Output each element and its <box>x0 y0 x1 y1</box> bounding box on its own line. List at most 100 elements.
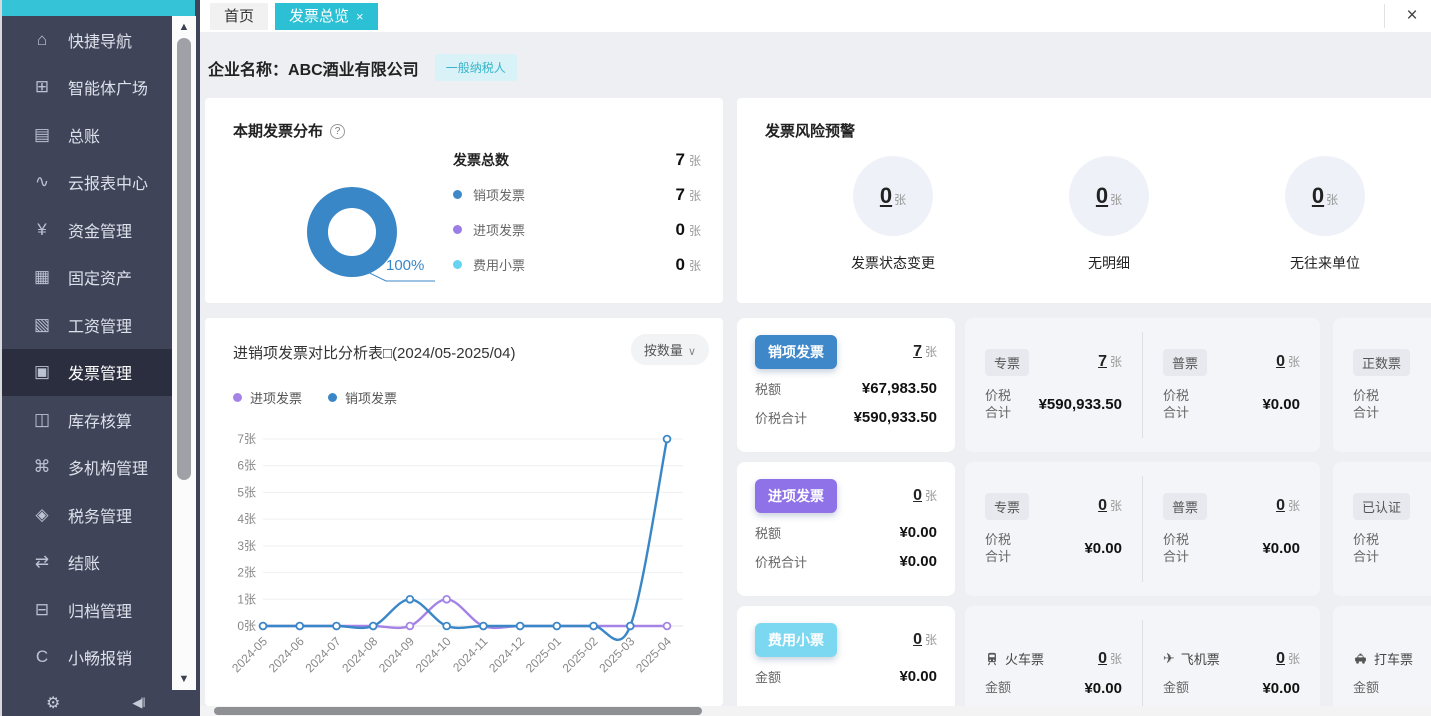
sidebar-item-quick-nav[interactable]: ⌂快捷导航 <box>2 16 174 64</box>
data-point[interactable] <box>296 623 303 630</box>
collapse-sidebar-icon[interactable]: ◀‖ <box>132 695 143 711</box>
tab-home[interactable]: 首页 <box>210 3 268 30</box>
scroll-down-icon[interactable]: ▼ <box>172 670 196 688</box>
help-icon[interactable]: ? <box>330 124 345 139</box>
sidebar-item-label: 智能体广场 <box>68 75 148 99</box>
risk-circle[interactable]: 0张 <box>853 156 933 236</box>
category-badge[interactable]: 进项发票 <box>755 479 837 513</box>
type-tag[interactable]: 专票 <box>985 493 1029 520</box>
legend-item[interactable]: 销项发票 <box>328 388 397 407</box>
horizontal-scrollbar-thumb[interactable] <box>214 707 702 715</box>
tab-label: 发票总览 <box>289 8 349 25</box>
count-value[interactable]: 7张 <box>913 343 937 361</box>
data-point[interactable] <box>333 623 340 630</box>
sidebar-scrollbar[interactable]: ▲ ▼ <box>172 16 196 690</box>
data-point[interactable] <box>480 623 487 630</box>
count-value[interactable]: 7张 <box>1098 353 1122 371</box>
svg-text:3张: 3张 <box>237 539 256 553</box>
field-label: 价税合计 <box>985 388 1019 422</box>
field-value: ¥590,933.50 <box>1039 396 1122 413</box>
field-label: 价税合计 <box>755 552 807 571</box>
reimburse-icon: C <box>30 647 54 667</box>
data-point[interactable] <box>517 623 524 630</box>
svg-text:2024-06: 2024-06 <box>266 634 307 675</box>
count-value[interactable]: 0张 <box>1098 650 1122 668</box>
sidebar-item-fixed-assets[interactable]: ▦固定资产 <box>2 254 174 302</box>
distribution-unit: 张 <box>689 224 701 238</box>
sidebar-item-invoice[interactable]: ▣发票管理 <box>2 349 174 397</box>
plane-icon: ✈ <box>1163 650 1175 667</box>
data-point[interactable] <box>407 596 414 603</box>
sidebar-item-closing[interactable]: ⇄结账 <box>2 539 174 587</box>
field-label: 金额 <box>1353 680 1387 697</box>
field-label: 金额 <box>985 680 1019 697</box>
distribution-number: 0 <box>676 220 685 239</box>
section-field: 金额 <box>1353 680 1431 697</box>
section-certified: 已认证价税合计 <box>1333 462 1431 596</box>
category-badge[interactable]: 销项发票 <box>755 335 837 369</box>
sidebar-item-multi-org[interactable]: ⌘多机构管理 <box>2 444 174 492</box>
data-point[interactable] <box>627 623 634 630</box>
count-value[interactable]: 0张 <box>913 487 937 505</box>
distribution-title: 本期发票分布 <box>233 123 323 140</box>
tab-close-icon[interactable]: × <box>356 9 364 24</box>
data-point[interactable] <box>553 623 560 630</box>
tab-invoice-overview[interactable]: 发票总览 × <box>275 3 378 30</box>
field-label: 税额 <box>755 379 781 398</box>
sidebar-item-reimburse[interactable]: C小畅报销 <box>2 634 174 682</box>
main-card-field: 税额¥0.00 <box>755 523 937 542</box>
sidebar-item-archive[interactable]: ⊟归档管理 <box>2 586 174 634</box>
count-value[interactable]: 0张 <box>1098 497 1122 515</box>
type-tag[interactable]: 普票 <box>1163 493 1207 520</box>
risk-item-status-change: 0张发票状态变更 <box>785 156 1001 273</box>
scroll-up-icon[interactable]: ▲ <box>172 18 196 36</box>
count-value[interactable]: 0张 <box>1276 353 1300 371</box>
data-point[interactable] <box>590 623 597 630</box>
legend-item[interactable]: 进项发票 <box>233 388 302 407</box>
distribution-value: 0张 <box>676 255 701 275</box>
taxpayer-type-badge: 一般纳税人 <box>435 54 517 81</box>
close-icon[interactable]: × <box>1399 4 1425 28</box>
count-value[interactable]: 0张 <box>1276 497 1300 515</box>
taxi-icon <box>1353 652 1368 666</box>
risk-circle[interactable]: 0张 <box>1285 156 1365 236</box>
data-point[interactable] <box>443 596 450 603</box>
sidebar-item-payroll[interactable]: ▧工资管理 <box>2 301 174 349</box>
sidebar-item-agent-plaza[interactable]: ⊞智能体广场 <box>2 64 174 112</box>
mode-dropdown-button[interactable]: 按数量∨ <box>631 334 709 365</box>
data-point[interactable] <box>370 623 377 630</box>
section-field: 价税合计¥59 <box>1353 388 1431 422</box>
sidebar-item-general-ledger[interactable]: ▤总账 <box>2 111 174 159</box>
svg-text:2025-02: 2025-02 <box>560 634 601 675</box>
data-point[interactable] <box>664 623 671 630</box>
data-point[interactable] <box>407 623 414 630</box>
count-number: 0 <box>913 631 922 648</box>
sidebar-scrollbar-thumb[interactable] <box>177 38 191 480</box>
type-tag[interactable]: 专票 <box>985 349 1029 376</box>
risk-circle[interactable]: 0张 <box>1069 156 1149 236</box>
risk-items: 0张发票状态变更0张无明细0张无往来单位 <box>785 156 1431 273</box>
gear-icon[interactable]: ⚙ <box>46 693 60 713</box>
sidebar-item-label: 固定资产 <box>68 265 132 289</box>
sidebar-item-label: 多机构管理 <box>68 455 148 479</box>
type-tag[interactable]: 已认证 <box>1353 493 1410 520</box>
horizontal-scrollbar[interactable] <box>200 706 1431 716</box>
category-badge[interactable]: 费用小票 <box>755 623 837 657</box>
sidebar-item-tax[interactable]: ◈税务管理 <box>2 491 174 539</box>
count-value[interactable]: 0张 <box>1276 650 1300 668</box>
company-title: 企业名称：ABC酒业有限公司 <box>208 56 419 80</box>
count-value[interactable]: 0张 <box>913 631 937 649</box>
sidebar-item-cloud-reports[interactable]: ∿云报表中心 <box>2 159 174 207</box>
data-point[interactable] <box>664 436 671 443</box>
warehouse-icon: ◫ <box>30 410 54 430</box>
svg-text:2025-04: 2025-04 <box>633 634 674 675</box>
distribution-label: 费用小票 <box>473 255 525 274</box>
main-card-header: 费用小票 0张 <box>755 623 937 657</box>
sidebar-item-funds[interactable]: ¥资金管理 <box>2 206 174 254</box>
type-tag[interactable]: 正数票 <box>1353 349 1410 376</box>
data-point[interactable] <box>443 623 450 630</box>
data-point[interactable] <box>260 623 267 630</box>
field-label: 价税合计 <box>1163 532 1197 566</box>
sidebar-item-inventory[interactable]: ◫库存核算 <box>2 396 174 444</box>
type-tag[interactable]: 普票 <box>1163 349 1207 376</box>
